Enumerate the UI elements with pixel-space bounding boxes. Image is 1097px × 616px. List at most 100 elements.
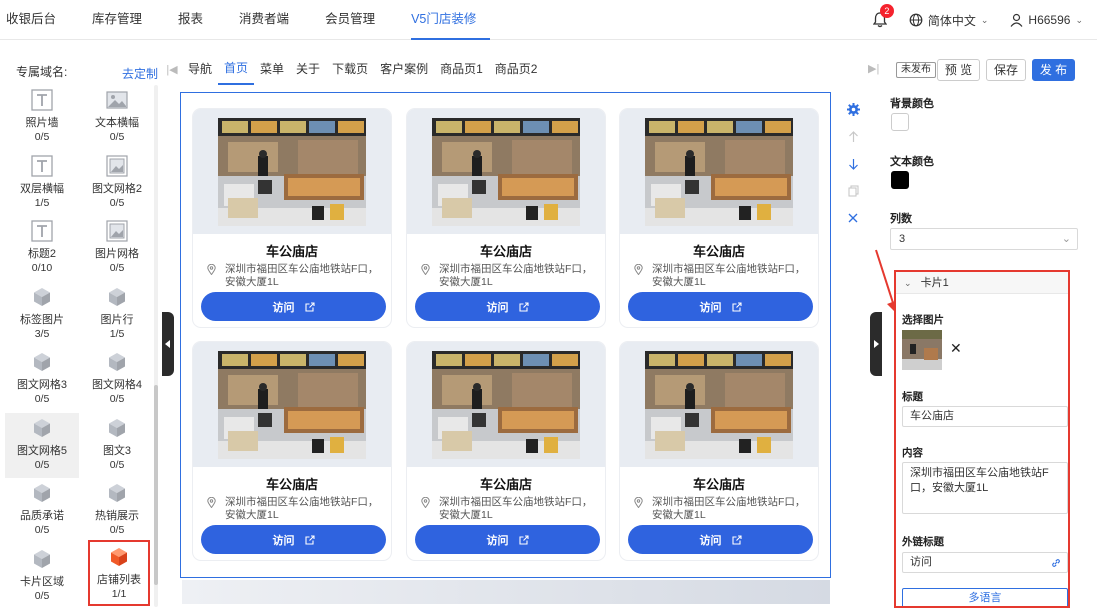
component-item[interactable]: 图文网格2 0/5 <box>80 151 154 216</box>
card-1-header[interactable]: ⌄ 卡片1 <box>896 272 1068 294</box>
external-link-icon <box>304 301 315 312</box>
tabs-scroll-right-icon[interactable]: ▶| <box>868 62 879 75</box>
component-item[interactable]: 店铺列表 1/1 <box>88 539 150 606</box>
store-card[interactable]: 车公庙店 深圳市福田区车公庙地铁站F口，安徽大厦1L 访问 <box>193 109 391 327</box>
external-link-icon <box>731 534 742 545</box>
block-tools <box>842 96 864 231</box>
visit-button[interactable]: 访问 <box>628 525 813 554</box>
nav-inventory[interactable]: 库存管理 <box>92 0 156 40</box>
collapse-left-handle[interactable] <box>162 312 174 376</box>
store-title: 车公庙店 <box>692 244 745 259</box>
component-count: 0/5 <box>109 393 125 405</box>
component-item[interactable]: 图文网格4 0/5 <box>80 347 154 412</box>
component-item[interactable]: 热销展示 0/5 <box>80 478 154 543</box>
cube-icon <box>31 417 53 439</box>
copy-tool[interactable] <box>842 177 864 204</box>
customize-link[interactable]: 去定制 <box>122 65 158 82</box>
visit-button[interactable]: 访问 <box>628 292 813 321</box>
store-list-block[interactable]: 车公庙店 深圳市福田区车公庙地铁站F口，安徽大厦1L 访问 车公庙店 深圳市福田区车公庙… <box>180 92 831 578</box>
preview-button[interactable]: 预 览 <box>937 59 980 81</box>
bg-color-swatch[interactable] <box>891 113 909 131</box>
tab-nav[interactable]: 导航 <box>182 60 218 84</box>
tab-product-2[interactable]: 商品页2 <box>489 60 544 84</box>
store-card[interactable]: 车公庙店 深圳市福田区车公庙地铁站F口，安徽大厦1L 访问 <box>407 342 605 560</box>
columns-select[interactable]: 3 ⌄ <box>890 228 1078 250</box>
store-photo <box>645 118 793 226</box>
content-textarea[interactable]: 深圳市福田区车公庙地铁站F口，安徽大厦1L <box>902 462 1068 514</box>
store-card[interactable]: 车公庙店 深圳市福田区车公庙地铁站F口，安徽大厦1L 访问 <box>620 342 818 560</box>
top-bar: 收银后台 库存管理 报表 消费者端 会员管理 V5门店装修 2 简体中文 ⌄ H… <box>0 0 1097 40</box>
tabs-scroll-left-icon[interactable]: |◀ <box>162 63 182 76</box>
chevron-down-icon: ⌄ <box>980 14 989 25</box>
component-count: 0/5 <box>34 458 50 471</box>
component-item[interactable]: 图文网格5 0/5 <box>5 412 79 478</box>
text-color-label: 文本颜色 <box>890 156 934 168</box>
page-tabs: |◀ 导航 首页 菜单 关于 下载页 客户案例 商品页1 商品页2 <box>162 54 544 85</box>
title-input[interactable]: 车公庙店 <box>902 406 1068 427</box>
store-card[interactable]: 车公庙店 深圳市福田区车公庙地铁站F口，安徽大厦1L 访问 <box>407 109 605 327</box>
remove-image-icon[interactable]: ✕ <box>950 340 962 357</box>
nav-member[interactable]: 会员管理 <box>325 0 389 40</box>
component-item[interactable]: 标签图片 3/5 <box>5 282 79 347</box>
tab-cases[interactable]: 客户案例 <box>374 60 434 84</box>
tab-product-1[interactable]: 商品页1 <box>434 60 489 84</box>
publish-button[interactable]: 发 布 <box>1032 59 1075 81</box>
location-pin-icon <box>421 264 430 275</box>
visit-button[interactable]: 访问 <box>201 292 386 321</box>
store-card[interactable]: 车公庙店 深圳市福田区车公庙地铁站F口，安徽大厦1L 访问 <box>193 342 391 560</box>
nav-consumer[interactable]: 消费者端 <box>239 0 303 40</box>
component-item[interactable]: 卡片区域 0/5 <box>5 544 79 609</box>
scrollbar-thumb[interactable] <box>154 385 158 585</box>
external-link-icon <box>518 534 529 545</box>
user-menu[interactable]: H66596 ⌄ <box>1010 13 1083 27</box>
settings-tool[interactable] <box>842 96 864 123</box>
save-button[interactable]: 保存 <box>986 59 1026 81</box>
store-photo <box>218 351 366 459</box>
cube-icon <box>31 286 53 308</box>
component-item[interactable]: 文本横幅 0/5 <box>80 85 154 150</box>
component-item[interactable]: 双层横幅 1/5 <box>5 151 79 216</box>
component-count: 0/5 <box>34 589 50 602</box>
link-title-value: 访问 <box>910 556 932 568</box>
delete-tool[interactable] <box>842 204 864 231</box>
nav-reports[interactable]: 报表 <box>178 0 217 40</box>
tab-menu[interactable]: 菜单 <box>254 60 290 84</box>
component-item[interactable]: 标题2 0/10 <box>5 216 79 281</box>
store-card[interactable]: 车公庙店 深圳市福田区车公庙地铁站F口，安徽大厦1L 访问 <box>620 109 818 327</box>
close-icon <box>848 213 858 222</box>
selected-image-thumbnail[interactable] <box>902 330 942 370</box>
scrollbar[interactable] <box>154 85 158 607</box>
caret-right-icon <box>874 340 879 348</box>
component-item[interactable]: 照片墙 0/5 <box>5 85 79 150</box>
collapse-right-handle[interactable] <box>870 312 882 376</box>
link-title-input[interactable]: 访问 <box>902 552 1068 573</box>
tab-download[interactable]: 下载页 <box>326 60 374 84</box>
component-count: 0/10 <box>31 262 53 274</box>
notification-button[interactable]: 2 <box>872 4 894 28</box>
move-down-tool[interactable] <box>842 150 864 177</box>
component-item[interactable]: 图片网格 0/5 <box>80 216 154 281</box>
visit-button[interactable]: 访问 <box>415 525 600 554</box>
store-image-area <box>620 109 818 234</box>
link-icon <box>1052 559 1060 567</box>
tab-home[interactable]: 首页 <box>218 59 255 85</box>
nav-cashier[interactable]: 收银后台 <box>6 0 70 40</box>
visit-button[interactable]: 访问 <box>201 525 386 554</box>
nav-store-decoration[interactable]: V5门店装修 <box>411 0 491 40</box>
visit-button[interactable]: 访问 <box>415 292 600 321</box>
component-item[interactable]: 图文3 0/5 <box>80 413 154 478</box>
multilanguage-button[interactable]: 多语言 <box>902 588 1068 606</box>
component-name: 热销展示 <box>95 510 139 522</box>
image-icon <box>106 89 128 111</box>
text-t-icon <box>31 89 53 111</box>
component-item[interactable]: 图文网格3 0/5 <box>5 347 79 412</box>
chevron-down-icon: ⌄ <box>1061 233 1071 245</box>
move-up-tool[interactable] <box>842 123 864 150</box>
component-name: 图文3 <box>102 444 132 457</box>
component-item[interactable]: 品质承诺 0/5 <box>5 478 79 543</box>
tab-about[interactable]: 关于 <box>290 60 326 84</box>
component-item[interactable]: 图片行 1/5 <box>80 282 154 347</box>
text-color-swatch[interactable] <box>891 171 909 189</box>
component-count: 1/5 <box>109 327 125 340</box>
language-select[interactable]: 简体中文 ⌄ <box>909 12 989 29</box>
